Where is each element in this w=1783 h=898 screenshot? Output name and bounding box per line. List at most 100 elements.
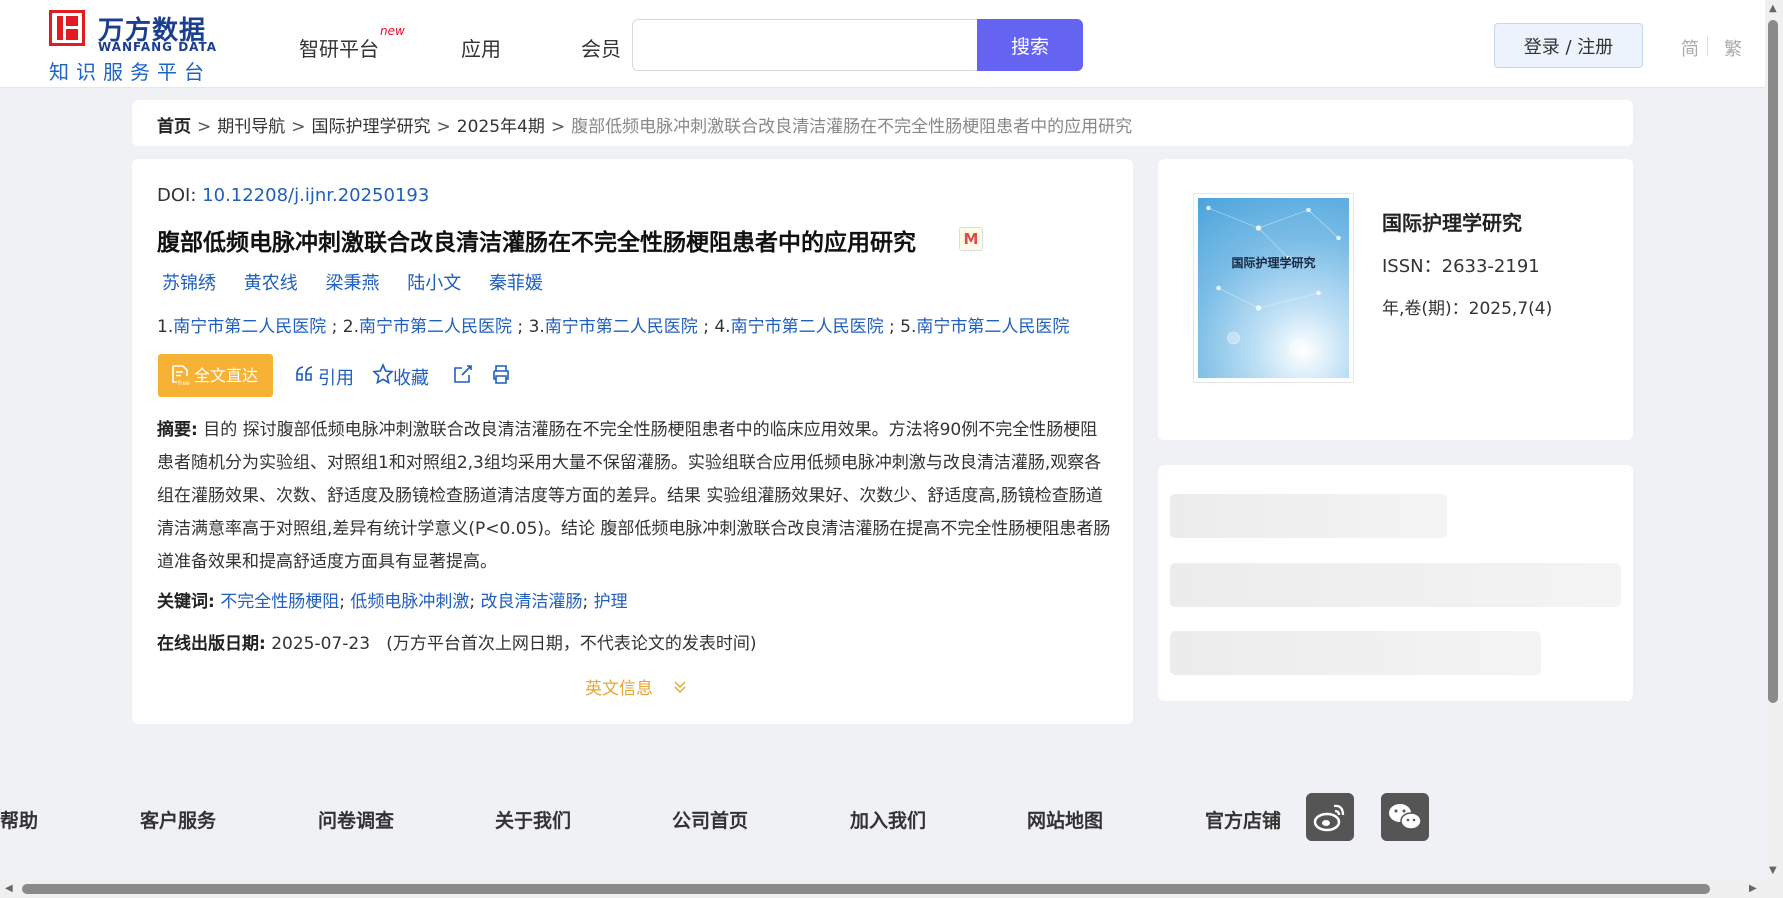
abstract-text: 目的 探讨腹部低频电脉冲刺激联合改良清洁灌肠在不完全性肠梗阻患者中的临床应用效果… (157, 420, 1111, 572)
nav-zhiyan-platform[interactable]: 智研平台 (299, 33, 379, 62)
vertical-scrollbar-thumb[interactable] (1768, 20, 1778, 703)
fulltext-button[interactable]: free 全文直达 (158, 354, 273, 397)
scroll-down-arrow-icon[interactable]: ▼ (1769, 866, 1777, 876)
wanfang-logo[interactable]: 万方数据 WANFANG DATA 知识服务平台 (49, 10, 219, 84)
affiliation-list: 1.南宁市第二人民医院 ; 2.南宁市第二人民医院 ; 3.南宁市第二人民医院 … (157, 317, 1070, 337)
journal-cover[interactable]: 国际护理学研究 (1193, 193, 1354, 383)
mindmap-m-icon[interactable]: M (959, 227, 983, 251)
breadcrumb-home[interactable]: 首页 (157, 117, 191, 137)
keyword-link[interactable]: 不完全性肠梗阻 (220, 592, 339, 612)
footer-official-store[interactable]: 官方店铺 (1205, 806, 1281, 833)
breadcrumb-journal-nav[interactable]: 期刊导航 (217, 117, 285, 137)
doi-link[interactable]: 10.12208/j.ijnr.20250193 (202, 185, 429, 206)
breadcrumb-current: 腹部低频电脉冲刺激联合改良清洁灌肠在不完全性肠梗阻患者中的应用研究 (571, 117, 1133, 137)
author-link[interactable]: 陆小文 (407, 273, 461, 294)
keyword-link[interactable]: 护理 (594, 592, 628, 612)
author-link[interactable]: 黄农线 (244, 273, 298, 294)
nav-apps[interactable]: 应用 (461, 33, 501, 62)
loading-placeholder-card (1158, 465, 1633, 701)
cover-title: 国际护理学研究 (1231, 256, 1316, 270)
login-register-button[interactable]: 登录 / 注册 (1494, 23, 1643, 68)
affiliation-link[interactable]: 南宁市第二人民医院 (173, 317, 326, 337)
quote-icon (296, 366, 313, 381)
cover-network-graphic (1206, 205, 1341, 358)
lang-divider (1707, 36, 1708, 56)
skeleton-line (1170, 631, 1541, 675)
horizontal-scrollbar-thumb[interactable] (22, 884, 1710, 894)
footer-company-home[interactable]: 公司首页 (672, 806, 748, 833)
affiliation-link[interactable]: 南宁市第二人民医院 (545, 317, 698, 337)
footer-sitemap[interactable]: 网站地图 (1027, 806, 1103, 833)
weibo-icon[interactable] (1306, 793, 1354, 841)
free-document-icon: free (172, 365, 190, 386)
publication-date: 在线出版日期: 2025-07-23 (万方平台首次上网日期，不代表论文的发表时… (157, 629, 757, 654)
affiliation-link[interactable]: 南宁市第二人民医院 (916, 317, 1069, 337)
affiliation-number: 3. (528, 317, 545, 337)
affiliation-link[interactable]: 南宁市第二人民医院 (359, 317, 512, 337)
affiliation-link[interactable]: 南宁市第二人民医院 (731, 317, 884, 337)
fulltext-label: 全文直达 (194, 366, 259, 385)
logo-name-en: WANFANG DATA (98, 40, 218, 54)
breadcrumb: 首页 > 期刊导航 > 国际护理学研究 >2025年4期 > 腹部低频电脉冲刺激联合改良清洁灌… (132, 100, 1633, 146)
breadcrumb-separator: > (291, 117, 306, 137)
footer-customer-service[interactable]: 客户服务 (140, 806, 216, 833)
author-link[interactable]: 秦菲媛 (489, 273, 543, 294)
breadcrumb-journal[interactable]: 国际护理学研究 (312, 117, 431, 137)
cite-button[interactable]: 引用 (318, 364, 354, 390)
favorite-button[interactable]: 收藏 (393, 364, 429, 390)
affiliation-number: 2. (342, 317, 360, 337)
pubdate-note: (万方平台首次上网日期，不代表论文的发表时间) (386, 634, 757, 654)
scroll-up-arrow-icon[interactable]: ▲ (1769, 4, 1777, 14)
lang-traditional[interactable]: 繁 (1724, 35, 1742, 61)
skeleton-line (1170, 563, 1621, 607)
nav-membership[interactable]: 会员 (581, 33, 621, 62)
logo-subtitle: 知识服务平台 (49, 60, 211, 84)
search-input[interactable] (632, 19, 977, 71)
top-header: 万方数据 WANFANG DATA 知识服务平台 智研平台 new 应用 会员 … (0, 0, 1765, 88)
breadcrumb-separator: > (550, 117, 566, 137)
pubdate-value: 2025-07-23 (271, 634, 371, 654)
journal-card: 国际护理学研究 国际护理学研究 ISSN：2633-2191 年,卷(期)：20… (1158, 159, 1633, 440)
abstract: 摘要: 目的 探讨腹部低频电脉冲刺激联合改良清洁灌肠在不完全性肠梗阻患者中的临床… (157, 414, 1112, 579)
nav-new-badge: new (380, 24, 405, 38)
free-icon-text: free (178, 380, 190, 386)
footer-help[interactable]: 帮助 (0, 806, 38, 833)
footer-about-us[interactable]: 关于我们 (495, 806, 571, 833)
affiliation-number: 4. (714, 317, 731, 337)
skeleton-line (1170, 494, 1447, 538)
abstract-label: 摘要: (157, 420, 198, 440)
scroll-right-arrow-icon[interactable]: ▶ (1749, 884, 1757, 894)
lang-simplified[interactable]: 简 (1681, 35, 1699, 61)
keyword-link[interactable]: 改良清洁灌肠 (481, 592, 583, 612)
keywords-label: 关键词: (157, 592, 215, 612)
breadcrumb-separator: > (197, 117, 212, 137)
doi-label: DOI: (157, 185, 197, 206)
footer-join-us[interactable]: 加入我们 (850, 806, 926, 833)
keyword-link[interactable]: 低频电脉冲刺激 (350, 592, 469, 612)
journal-cover-image: 国际护理学研究 (1198, 198, 1349, 378)
breadcrumb-issue[interactable]: 2025年4期 (457, 117, 545, 137)
star-icon (372, 363, 394, 385)
breadcrumb-separator: > (436, 117, 451, 137)
english-info-toggle[interactable]: 英文信息 (585, 674, 653, 699)
journal-name[interactable]: 国际护理学研究 (1382, 207, 1522, 236)
pubdate-label: 在线出版日期: (157, 634, 266, 654)
footer-survey[interactable]: 问卷调查 (318, 806, 394, 833)
author-list: 苏锦绣 黄农线 梁秉燕 陆小文 秦菲媛 (162, 269, 565, 295)
article-title: 腹部低频电脉冲刺激联合改良清洁灌肠在不完全性肠梗阻患者中的应用研究 (157, 230, 916, 256)
wanfang-logo-icon (49, 10, 85, 46)
author-link[interactable]: 梁秉燕 (325, 273, 379, 294)
wechat-icon[interactable] (1381, 793, 1429, 841)
print-icon[interactable] (490, 363, 512, 385)
chevron-down-icon (674, 681, 686, 694)
affiliation-number: 5. (900, 317, 917, 337)
keywords: 关键词: 不完全性肠梗阻; 低频电脉冲刺激; 改良清洁灌肠; 护理 (157, 592, 628, 612)
search-button[interactable]: 搜索 (977, 19, 1083, 71)
share-icon[interactable] (452, 363, 474, 385)
journal-issn: ISSN：2633-2191 (1382, 256, 1540, 277)
journal-volume: 年,卷(期)：2025,7(4) (1382, 299, 1553, 319)
doi: DOI: 10.12208/j.ijnr.20250193 (157, 185, 429, 206)
author-link[interactable]: 苏锦绣 (162, 273, 216, 294)
article-card: DOI: 10.12208/j.ijnr.20250193 腹部低频电脉冲刺激联… (132, 159, 1133, 724)
scroll-left-arrow-icon[interactable]: ◀ (5, 884, 13, 894)
